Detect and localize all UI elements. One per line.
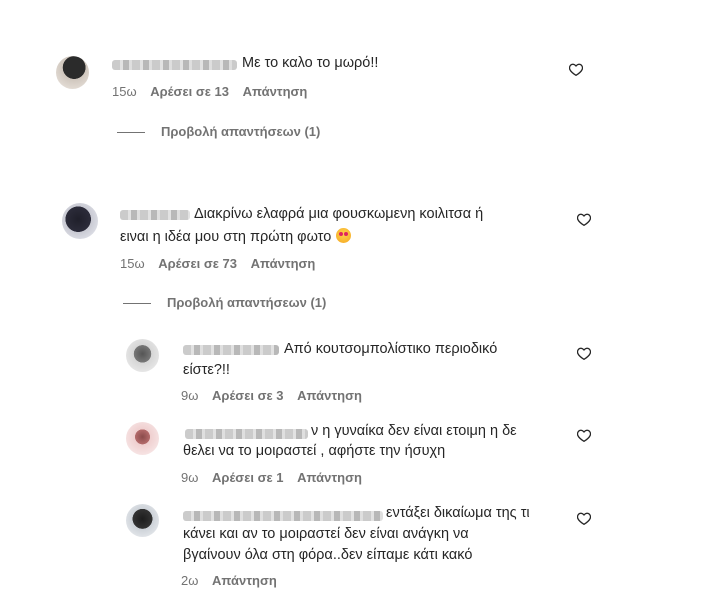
view-replies-button[interactable]: Προβολή απαντήσεων (1): [117, 124, 320, 139]
like-icon[interactable]: [577, 347, 591, 360]
comment-age: 15ω: [112, 84, 137, 99]
reply-meta: 2ω Απάντηση: [181, 573, 287, 588]
reply-button[interactable]: Απάντηση: [251, 256, 316, 271]
star-struck-emoji-icon: [336, 228, 352, 243]
like-icon[interactable]: [577, 512, 591, 525]
reply-text-line2: είστε?!!: [183, 362, 230, 378]
avatar[interactable]: [56, 56, 89, 89]
comment-text-line1: Διακρίνω ελαφρά μια φουσκωμενη κοιλιτσα …: [194, 206, 484, 222]
comment-text-line2-label: ειναι η ιδέα μου στη πρώτη φωτο: [120, 229, 332, 245]
avatar[interactable]: [126, 422, 159, 455]
reply-text-line2: κάνει και αν το μοιραστεί δεν είναι ανάγ…: [183, 526, 469, 542]
reply-text-line2: θελει να το μοιραστεί , αφήστε την ήσυχη: [183, 443, 446, 459]
reply-age: 9ω: [181, 388, 199, 403]
reply-age: 2ω: [181, 573, 199, 588]
reply-text-line1: εντάξει δικαίωμα της τι: [386, 505, 530, 521]
username-blurred[interactable]: [183, 511, 383, 521]
username-blurred[interactable]: [183, 345, 279, 355]
comment-meta: 15ω Αρέσει σε 73 Απάντηση: [120, 256, 325, 271]
comment-likes[interactable]: Αρέσει σε 73: [158, 256, 237, 271]
username-blurred[interactable]: [120, 210, 190, 220]
username-blurred[interactable]: [185, 429, 308, 439]
reply-button[interactable]: Απάντηση: [243, 84, 308, 99]
comment-likes[interactable]: Αρέσει σε 13: [150, 84, 229, 99]
avatar[interactable]: [126, 504, 159, 537]
comment-text: Με το καλο το μωρό!!: [242, 55, 379, 71]
comment-meta: 15ω Αρέσει σε 13 Απάντηση: [112, 84, 317, 99]
reply-text-line1: Από κουτσομπολίστικο περιοδικό: [284, 341, 498, 357]
reply-likes[interactable]: Αρέσει σε 1: [212, 470, 284, 485]
view-replies-label: Προβολή απαντήσεων (1): [167, 295, 327, 310]
like-icon[interactable]: [577, 213, 591, 226]
like-icon[interactable]: [569, 63, 583, 76]
view-replies-button[interactable]: Προβολή απαντήσεων (1): [123, 295, 326, 310]
reply-text-line1: ν η γυναίκα δεν είναι ετοιμη η δε: [311, 423, 517, 439]
reply-button[interactable]: Απάντηση: [297, 470, 362, 485]
view-replies-label: Προβολή απαντήσεων (1): [161, 124, 321, 139]
avatar[interactable]: [126, 339, 159, 372]
reply-age: 9ω: [181, 470, 199, 485]
comment-text-line2: ειναι η ιδέα μου στη πρώτη φωτο: [120, 227, 352, 248]
avatar[interactable]: [62, 203, 98, 239]
reply-text-line3: βγαίνουν όλα στη φόρα..δεν είπαμε κάτι κ…: [183, 547, 473, 563]
reply-meta: 9ω Αρέσει σε 3 Απάντηση: [181, 388, 372, 403]
reply-meta: 9ω Αρέσει σε 1 Απάντηση: [181, 470, 372, 485]
reply-likes[interactable]: Αρέσει σε 3: [212, 388, 284, 403]
username-blurred[interactable]: [112, 60, 237, 70]
like-icon[interactable]: [577, 429, 591, 442]
reply-button[interactable]: Απάντηση: [297, 388, 362, 403]
reply-button[interactable]: Απάντηση: [212, 573, 277, 588]
comment-age: 15ω: [120, 256, 145, 271]
divider-line: [123, 303, 151, 305]
divider-line: [117, 132, 145, 134]
